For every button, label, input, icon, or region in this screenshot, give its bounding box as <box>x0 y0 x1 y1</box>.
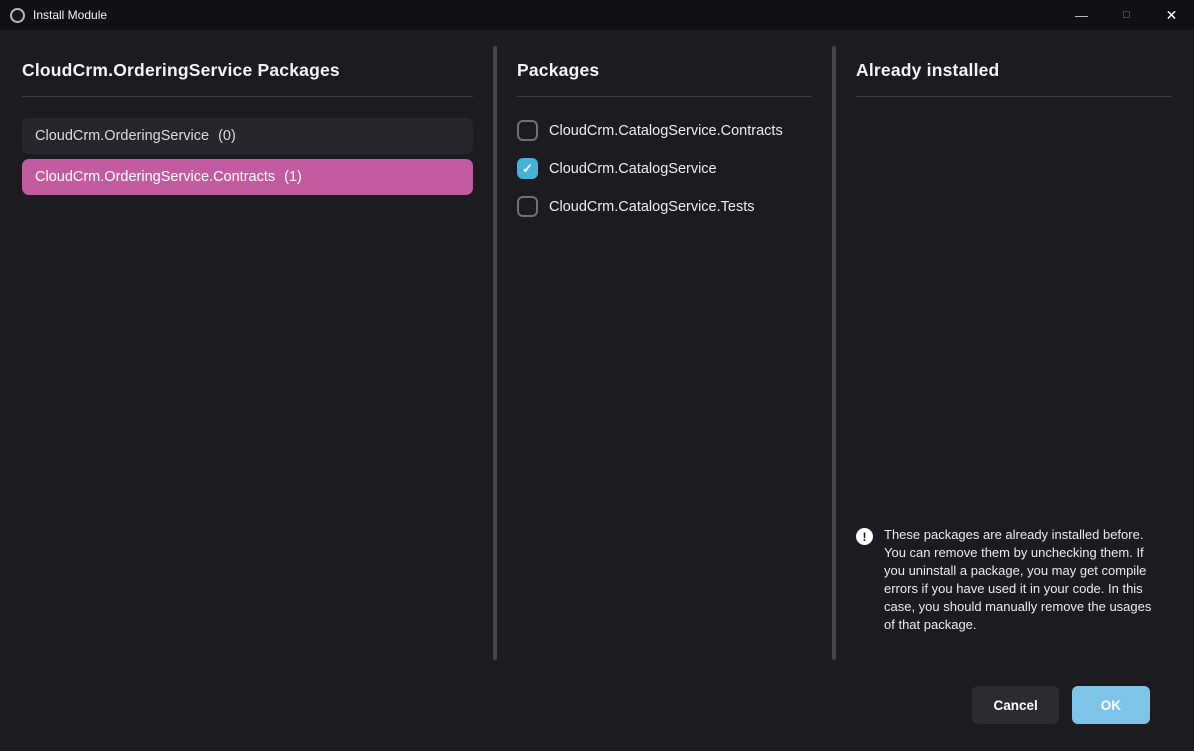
cancel-button[interactable]: Cancel <box>972 686 1058 724</box>
column-divider <box>832 46 836 660</box>
package-checkbox-row[interactable]: ✓ CloudCrm.CatalogService <box>517 158 812 179</box>
package-checkbox-row[interactable]: ✓ CloudCrm.CatalogService.Contracts <box>517 120 812 141</box>
close-button[interactable]: ✕ <box>1149 0 1194 30</box>
footer: Cancel OK <box>22 660 1172 724</box>
window-title: Install Module <box>33 8 107 22</box>
maximize-button[interactable]: □ <box>1104 0 1149 30</box>
title-bar: Install Module — □ ✕ <box>0 0 1194 30</box>
module-package-list: CloudCrm.OrderingService (0) CloudCrm.Or… <box>22 118 473 200</box>
app-logo-icon <box>10 8 25 23</box>
already-installed-header: Already installed <box>856 60 1172 97</box>
column-divider <box>493 46 497 660</box>
packages-panel: Packages ✓ CloudCrm.CatalogService.Contr… <box>517 46 812 660</box>
checkbox[interactable]: ✓ <box>517 158 538 179</box>
package-label: CloudCrm.CatalogService.Contracts <box>549 123 783 139</box>
checkbox[interactable]: ✓ <box>517 196 538 217</box>
list-item-count: (1) <box>284 169 302 185</box>
info-icon: ! <box>856 528 873 545</box>
info-note: ! These packages are already installed b… <box>856 526 1172 634</box>
list-item[interactable]: CloudCrm.OrderingService.Contracts (1) <box>22 159 473 195</box>
package-label: CloudCrm.CatalogService.Tests <box>549 199 755 215</box>
list-item-count: (0) <box>218 128 236 144</box>
module-packages-panel: CloudCrm.OrderingService Packages CloudC… <box>22 46 473 660</box>
package-checkbox-list: ✓ CloudCrm.CatalogService.Contracts ✓ Cl… <box>517 120 812 234</box>
check-icon: ✓ <box>522 161 533 177</box>
ok-button[interactable]: OK <box>1072 686 1150 724</box>
module-packages-header: CloudCrm.OrderingService Packages <box>22 60 473 97</box>
package-checkbox-row[interactable]: ✓ CloudCrm.CatalogService.Tests <box>517 196 812 217</box>
already-installed-panel: Already installed ! These packages are a… <box>856 46 1172 660</box>
window-controls: — □ ✕ <box>1059 0 1194 30</box>
columns: CloudCrm.OrderingService Packages CloudC… <box>22 46 1172 660</box>
checkbox[interactable]: ✓ <box>517 120 538 141</box>
list-item[interactable]: CloudCrm.OrderingService (0) <box>22 118 473 154</box>
info-note-text: These packages are already installed bef… <box>884 526 1156 634</box>
main-area: CloudCrm.OrderingService Packages CloudC… <box>0 30 1194 724</box>
packages-header: Packages <box>517 60 812 97</box>
package-label: CloudCrm.CatalogService <box>549 161 717 177</box>
list-item-label: CloudCrm.OrderingService <box>35 128 209 144</box>
minimize-button[interactable]: — <box>1059 0 1104 30</box>
list-item-label: CloudCrm.OrderingService.Contracts <box>35 169 275 185</box>
